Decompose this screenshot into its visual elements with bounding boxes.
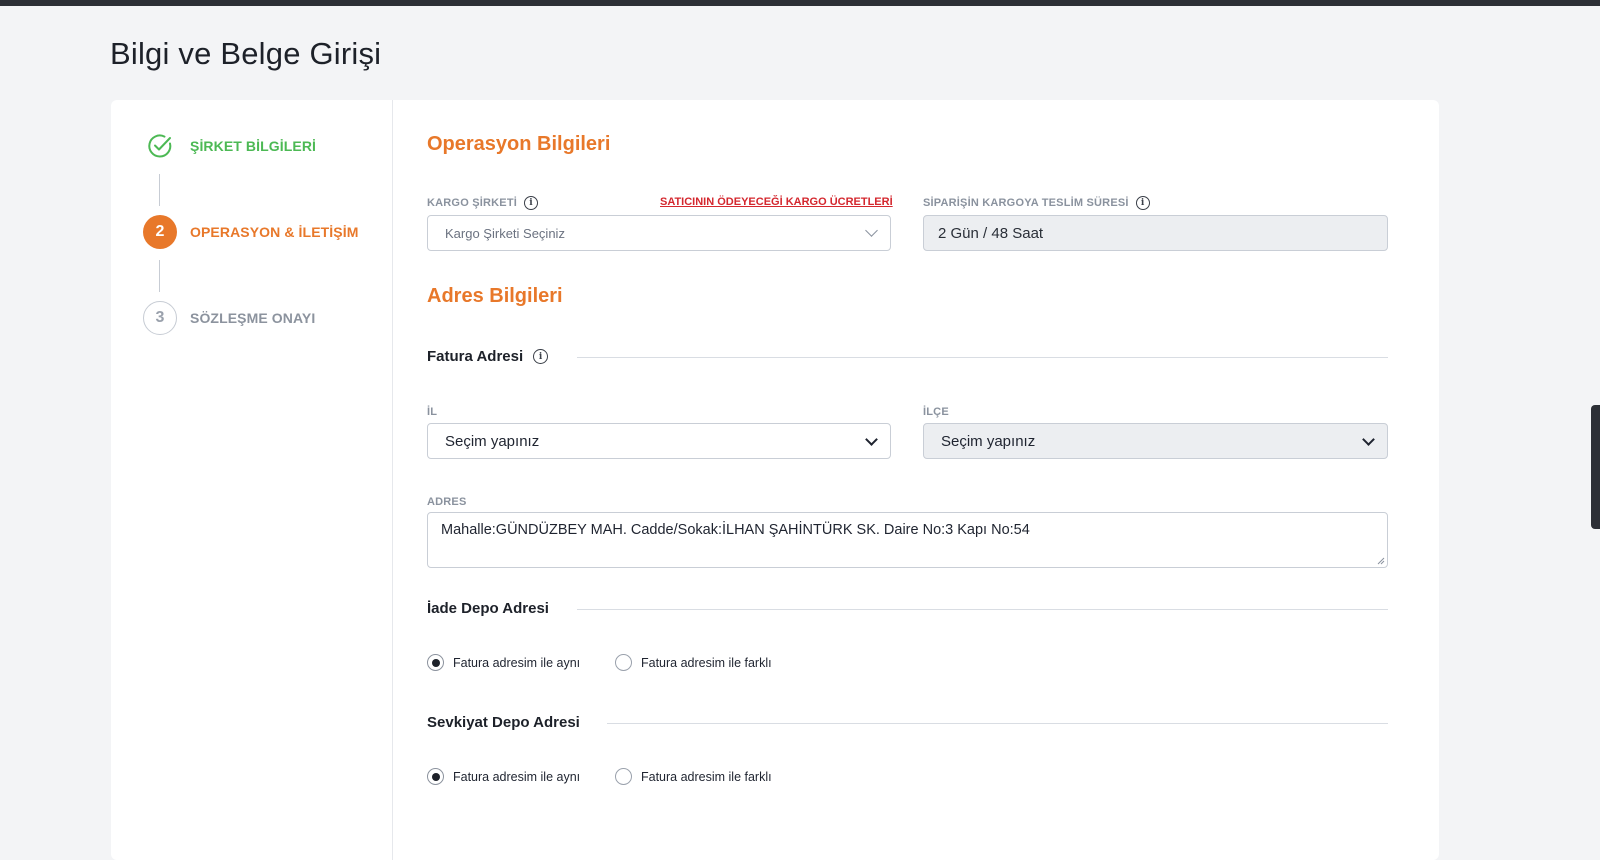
select-value: Seçim yapınız bbox=[445, 432, 540, 450]
ilce-label: İLÇE bbox=[923, 406, 949, 418]
divider bbox=[607, 723, 1388, 724]
form-card: ŞİRKET BİLGİLERİ 2 OPERASYON & İLETİŞİM … bbox=[111, 100, 1439, 860]
step-operation-contact[interactable]: 2 OPERASYON & İLETİŞİM bbox=[143, 214, 358, 250]
step-label: OPERASYON & İLETİŞİM bbox=[190, 224, 359, 240]
shipping-same-option[interactable]: Fatura adresim ile aynı bbox=[427, 768, 580, 785]
step-label: ŞİRKET BİLGİLERİ bbox=[190, 138, 317, 154]
info-icon[interactable]: i bbox=[533, 349, 549, 364]
cargo-company-select[interactable]: Kargo Şirketi Seçiniz bbox=[427, 215, 891, 251]
select-placeholder: Kargo Şirketi Seçiniz bbox=[445, 225, 565, 241]
resize-grip-icon[interactable] bbox=[1375, 555, 1385, 565]
info-icon[interactable]: i bbox=[1135, 196, 1150, 210]
heading-text: İade Depo Adresi bbox=[427, 600, 549, 617]
radio-button[interactable] bbox=[615, 768, 632, 785]
step-connector bbox=[159, 174, 160, 206]
cargo-fees-link[interactable]: SATICININ ÖDEYECEĞİ KARGO ÜCRETLERİ bbox=[660, 196, 893, 208]
check-circle-icon bbox=[143, 129, 177, 163]
heading-text: Fatura Adresi bbox=[427, 348, 524, 365]
invoice-address-heading: Fatura Adresi i bbox=[427, 348, 549, 365]
chevron-down-icon bbox=[1362, 433, 1375, 446]
step-contract-approval[interactable]: 3 SÖZLEŞME ONAYI bbox=[143, 300, 315, 336]
label-text: KARGO ŞİRKETİ bbox=[427, 197, 517, 209]
step-number-badge: 3 bbox=[143, 301, 177, 335]
return-different-option[interactable]: Fatura adresim ile farklı bbox=[615, 654, 772, 671]
return-same-option[interactable]: Fatura adresim ile aynı bbox=[427, 654, 580, 671]
il-label: İL bbox=[427, 406, 438, 418]
step-company-info[interactable]: ŞİRKET BİLGİLERİ bbox=[143, 128, 316, 164]
page-title: Bilgi ve Belge Girişi bbox=[110, 36, 382, 71]
divider bbox=[577, 609, 1388, 610]
chevron-down-icon bbox=[865, 433, 878, 446]
il-select[interactable]: Seçim yapınız bbox=[427, 423, 891, 459]
option-label: Fatura adresim ile farklı bbox=[641, 769, 772, 784]
option-label: Fatura adresim ile farklı bbox=[641, 655, 772, 670]
adres-label: ADRES bbox=[427, 496, 467, 508]
delivery-time-value: 2 Gün / 48 Saat bbox=[938, 224, 1044, 242]
return-address-heading: İade Depo Adresi bbox=[427, 600, 549, 617]
step-number-badge: 2 bbox=[143, 215, 177, 249]
step-label: SÖZLEŞME ONAYI bbox=[190, 310, 316, 326]
divider bbox=[577, 357, 1388, 358]
ilce-select[interactable]: Seçim yapınız bbox=[923, 423, 1388, 459]
scrollbar-thumb[interactable] bbox=[1591, 405, 1600, 529]
address-textarea[interactable]: Mahalle:GÜNDÜZBEY MAH. Cadde/Sokak:İLHAN… bbox=[427, 512, 1388, 568]
shipping-different-option[interactable]: Fatura adresim ile farklı bbox=[615, 768, 772, 785]
info-icon[interactable]: i bbox=[524, 196, 538, 210]
chevron-down-icon bbox=[865, 224, 878, 237]
cargo-company-label: KARGO ŞİRKETİ i bbox=[427, 196, 538, 210]
label-text: SİPARİŞİN KARGOYA TESLİM SÜRESİ bbox=[923, 197, 1129, 209]
step-connector bbox=[159, 260, 160, 292]
operation-section-title: Operasyon Bilgileri bbox=[427, 133, 611, 155]
stepper-sidebar: ŞİRKET BİLGİLERİ 2 OPERASYON & İLETİŞİM … bbox=[111, 100, 393, 860]
radio-button[interactable] bbox=[427, 768, 444, 785]
delivery-time-field: 2 Gün / 48 Saat bbox=[923, 215, 1388, 251]
address-text: Mahalle:GÜNDÜZBEY MAH. Cadde/Sokak:İLHAN… bbox=[441, 522, 1030, 538]
radio-button[interactable] bbox=[427, 654, 444, 671]
shipping-address-heading: Sevkiyat Depo Adresi bbox=[427, 714, 580, 731]
heading-text: Sevkiyat Depo Adresi bbox=[427, 714, 580, 731]
address-section-title: Adres Bilgileri bbox=[427, 285, 563, 307]
radio-button[interactable] bbox=[615, 654, 632, 671]
top-bar bbox=[0, 0, 1600, 6]
select-value: Seçim yapınız bbox=[941, 432, 1036, 450]
option-label: Fatura adresim ile aynı bbox=[453, 769, 581, 784]
delivery-time-label: SİPARİŞİN KARGOYA TESLİM SÜRESİ i bbox=[923, 196, 1150, 210]
option-label: Fatura adresim ile aynı bbox=[453, 655, 581, 670]
